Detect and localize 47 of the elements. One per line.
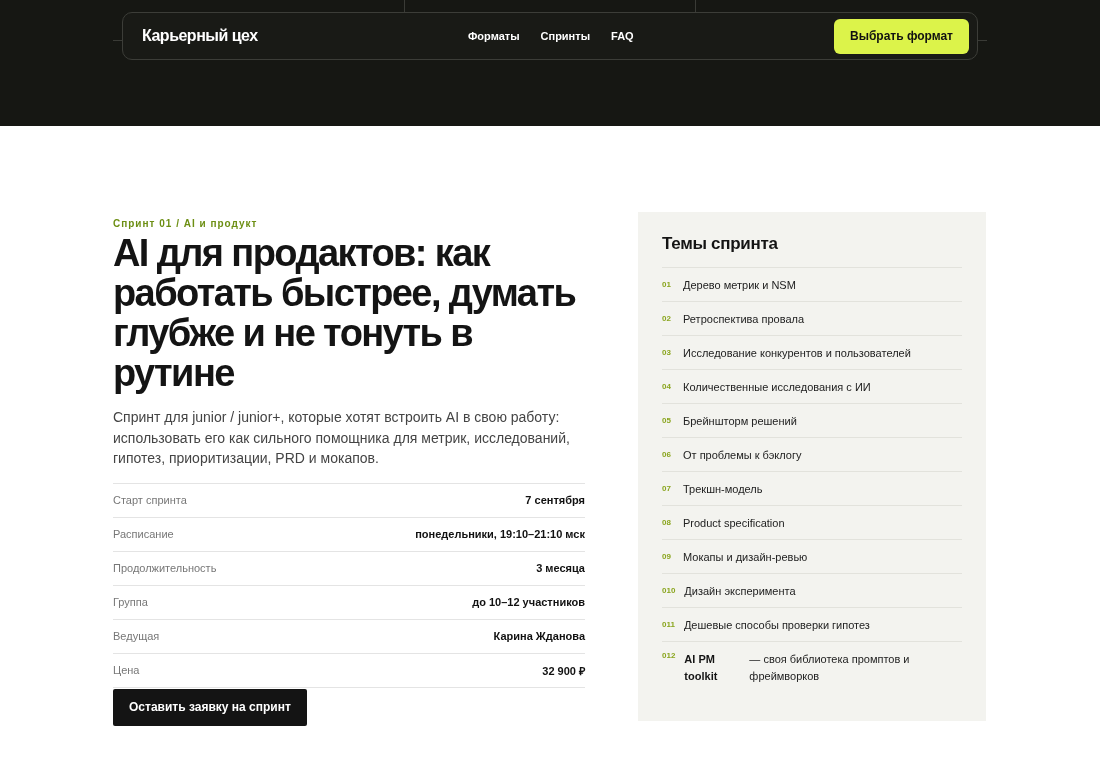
- topic-text: Дерево метрик и NSM: [683, 278, 796, 291]
- topic-number: 010: [662, 586, 676, 595]
- sprint-label: Спринт 01 / AI и продукт: [113, 218, 259, 229]
- topic-text: От проблемы к бэклогу: [683, 448, 802, 461]
- topic-text: Исследование конкурентов и пользователей: [683, 346, 911, 359]
- topic-text: Product specification: [683, 516, 785, 529]
- topic-number: 08: [662, 518, 672, 527]
- detail-value: 3 месяца: [536, 562, 585, 574]
- detail-value: 7 сентября: [525, 494, 585, 506]
- nav-link[interactable]: FAQ: [611, 30, 634, 42]
- topic-text: — своя библиотека промптов и фреймворков: [749, 652, 911, 684]
- sprint-title: AI для продактов: как работать быстрее, думать глубже и не тонуть в рутине: [113, 233, 577, 393]
- detail-label: Ведущая: [113, 630, 160, 642]
- topic-text: Трекшн-модель: [683, 482, 763, 495]
- detail-label: Продолжительность: [113, 562, 217, 574]
- detail-value: понедельники, 19:10–21:10 мск: [415, 528, 585, 540]
- site-logo[interactable]: Карьерный цех: [142, 27, 258, 45]
- detail-value: Карина Жданова: [493, 630, 585, 642]
- detail-label: Старт спринта: [113, 494, 187, 506]
- topic-number: 05: [662, 416, 672, 425]
- detail-label: Цена: [113, 664, 140, 676]
- topics-title: Темы спринта: [662, 234, 779, 254]
- topic-number: 07: [662, 484, 672, 493]
- choose-format-button[interactable]: Выбрать формат: [833, 18, 969, 54]
- nav-link[interactable]: Спринты: [540, 30, 591, 42]
- topic-text: Дизайн эксперимента: [684, 584, 796, 597]
- topic-number: 06: [662, 450, 672, 459]
- apply-button[interactable]: Оставить заявку на спринт: [113, 688, 307, 726]
- topic-text: Количественные исследования с ИИ: [683, 380, 871, 393]
- detail-value: 32 900 ₽: [542, 663, 585, 678]
- topic-number: 01: [662, 280, 672, 289]
- topic-number: 09: [662, 552, 672, 561]
- detail-label: Группа: [113, 596, 148, 608]
- topic-number: 04: [662, 382, 672, 391]
- sprint-description: Спринт для junior / junior+, которые хотят встроить AI в свою работу: использовать его как сильного помощника для метрик, исследований, гипотез, приоритизации, PRD и мокапов.: [113, 408, 571, 468]
- topic-text: Мокапы и дизайн-ревью: [683, 550, 808, 563]
- topic-number: 03: [662, 348, 672, 357]
- topic-lead: AI PM toolkit: [684, 652, 719, 684]
- topic-number: 02: [662, 314, 672, 323]
- topic-text: Брейншторм решений: [683, 414, 797, 427]
- topic-text: Дешевые способы проверки гипотез: [683, 618, 870, 631]
- topic-number: 011: [662, 620, 675, 629]
- detail-value: до 10–12 участников: [472, 596, 585, 608]
- topic-text: Ретроспектива провала: [683, 312, 805, 325]
- topic-number: 012: [662, 651, 676, 660]
- nav-link[interactable]: Форматы: [467, 30, 520, 42]
- detail-label: Расписание: [113, 528, 174, 540]
